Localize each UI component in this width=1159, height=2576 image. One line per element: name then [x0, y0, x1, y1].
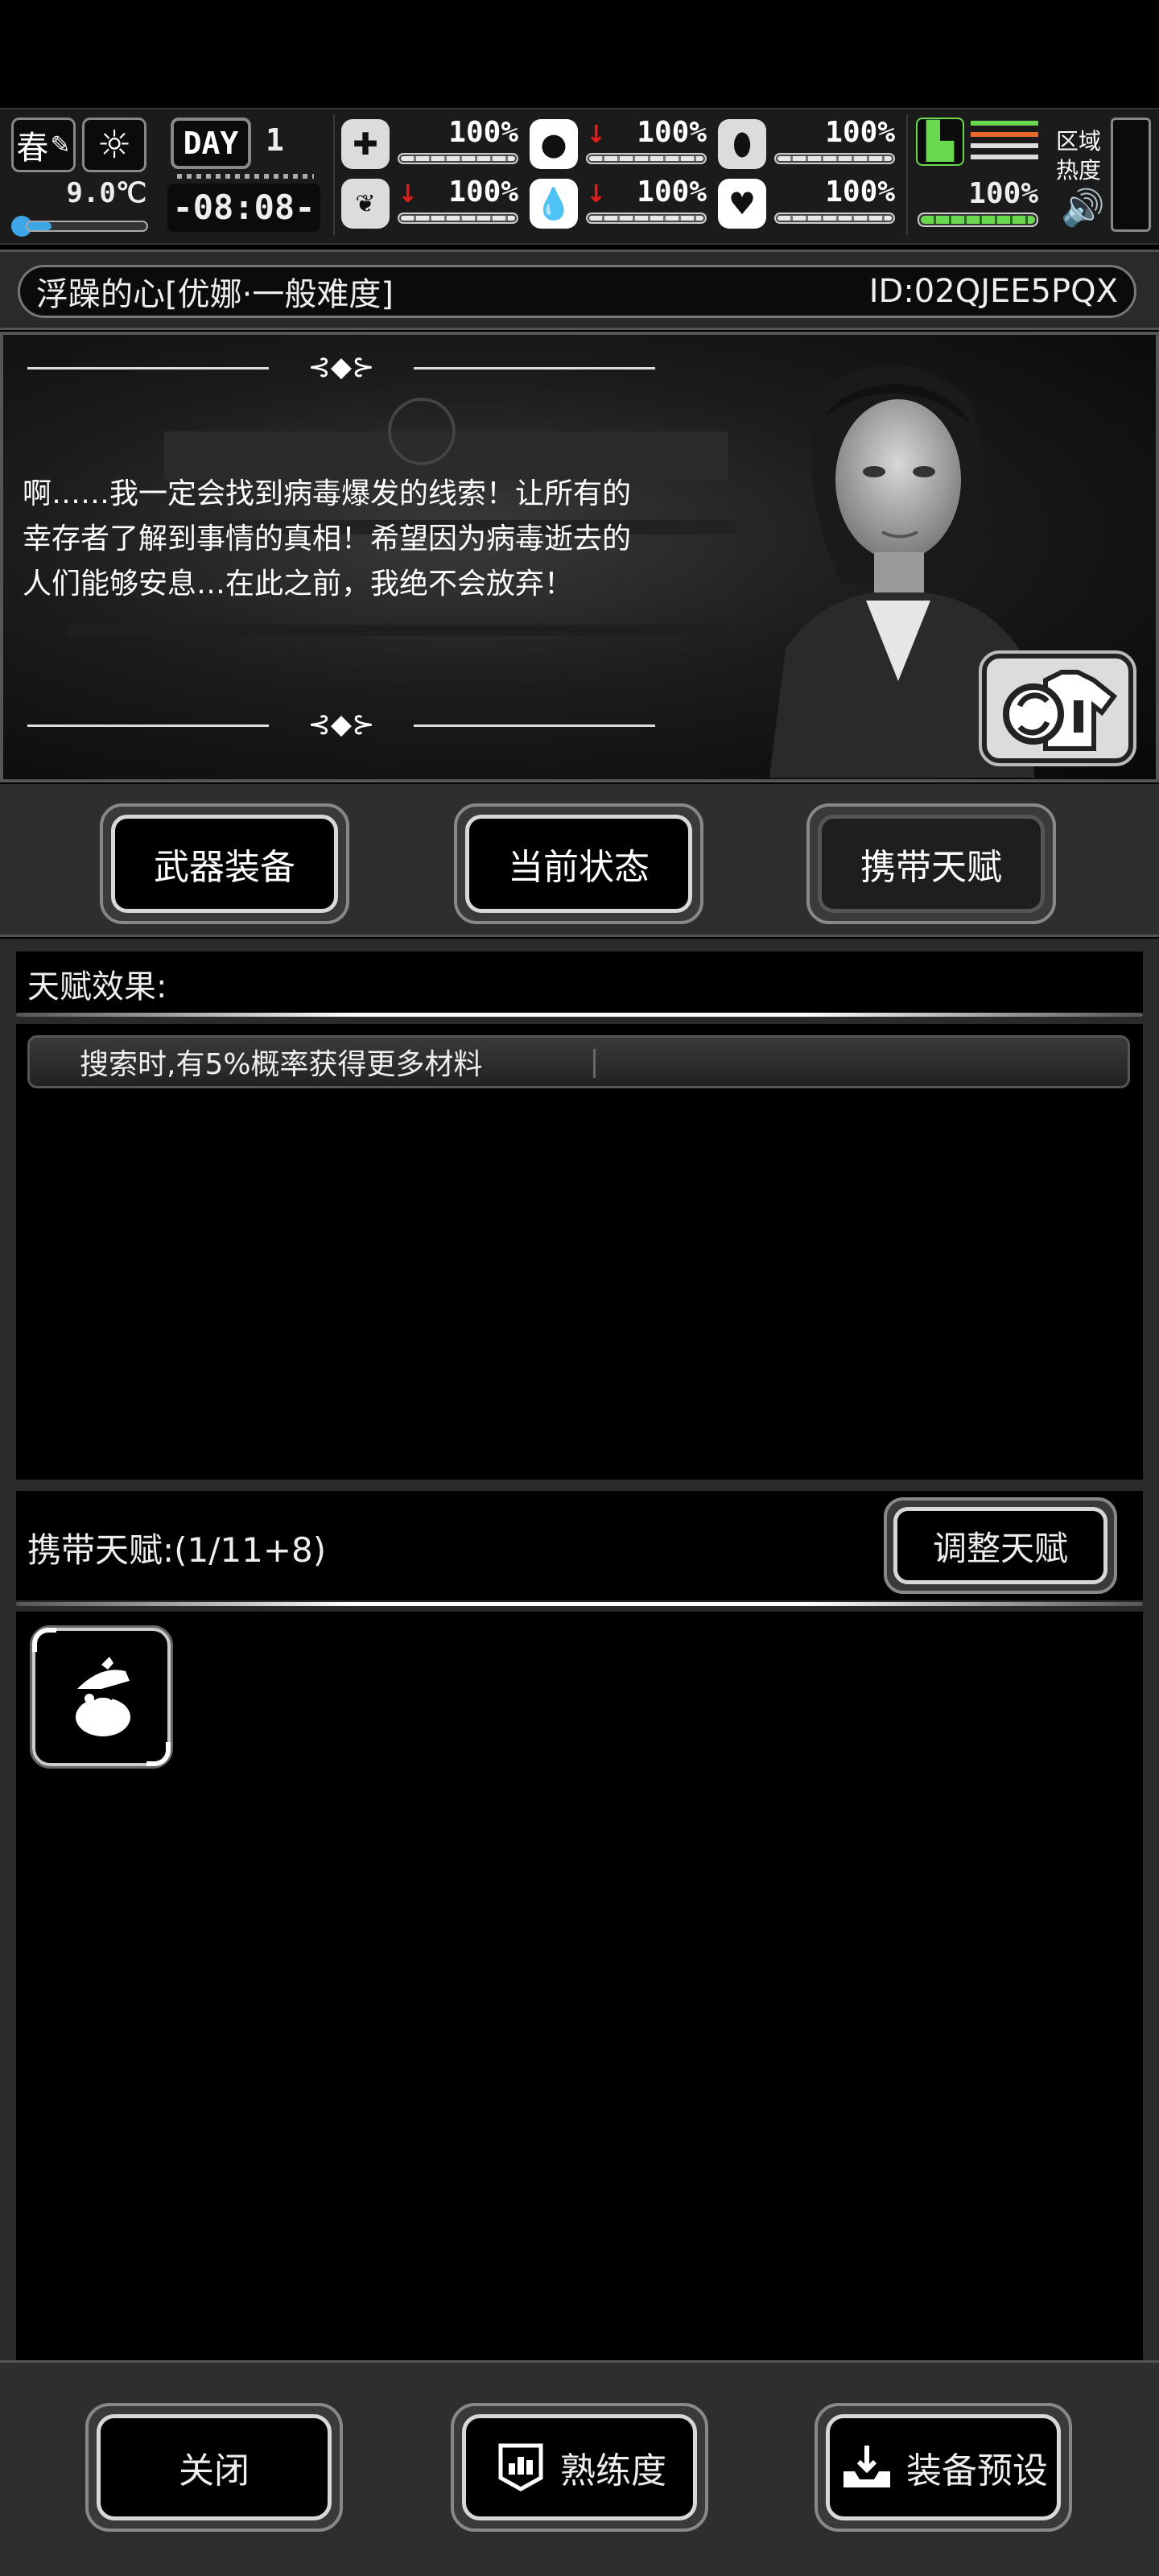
carried-talents-header: 携带天赋:(1/11+8) 调整天赋	[16, 1491, 1143, 1600]
equipment-preset-button[interactable]: 装备预设	[815, 2403, 1072, 2532]
proficiency-button-label: 熟练度	[560, 2450, 666, 2491]
status-lines	[971, 121, 1038, 166]
tab-status-label: 当前状态	[465, 815, 692, 913]
divider	[16, 1013, 1143, 1017]
tab-bar: 武器装备 当前状态 携带天赋	[0, 784, 1159, 937]
bottom-ornament: ⊰◆⊱	[27, 708, 655, 741]
season-label: 春	[16, 130, 49, 167]
day-badge: DAY	[171, 118, 251, 169]
day-progress	[177, 174, 314, 179]
close-button[interactable]: 关闭	[85, 2403, 343, 2532]
save-id: ID:02QJEE5PQX	[868, 273, 1118, 310]
adjust-talents-label: 调整天赋	[893, 1507, 1107, 1584]
tab-talents[interactable]: 携带天赋	[806, 803, 1056, 924]
temperature-readout: 9.0℃	[66, 177, 146, 209]
stamina-value: 100%	[968, 177, 1038, 210]
status-hud: 春 ✎ ☼ 9.0℃ DAY 1 -08:08- ✚ 100% ● ↓ 100%…	[0, 108, 1159, 245]
talent-effect-list: 搜索时,有5%概率获得更多材料	[16, 1024, 1143, 1480]
close-button-label: 关闭	[179, 2450, 250, 2491]
mood-value: 100%	[825, 175, 895, 208]
talent-effect-title: 天赋效果:	[27, 968, 167, 1005]
season-badge: 春 ✎	[11, 118, 76, 172]
adjust-talents-button[interactable]: 调整天赋	[884, 1497, 1117, 1594]
character-story-panel: ⊰◆⊱ 啊……我一定会找到病毒爆发的线索！让所有的幸存者了解到事情的真相！希望因…	[0, 332, 1159, 782]
water-drop-icon: 💧	[530, 179, 578, 229]
talent-effect-header: 天赋效果:	[16, 952, 1143, 1016]
stamina-bar	[918, 213, 1038, 227]
sanity-value: 100%	[448, 175, 518, 208]
talent-effect-item: 搜索时,有5%概率获得更多材料	[27, 1035, 1130, 1088]
top-ornament: ⊰◆⊱	[27, 351, 655, 383]
sun-icon: ☼	[82, 118, 146, 172]
proficiency-button[interactable]: 熟练度	[451, 2403, 708, 2532]
talent-effect-text: 搜索时,有5%概率获得更多材料	[80, 1048, 483, 1081]
talent-section: 天赋效果: 搜索时,有5%概率获得更多材料 携带天赋:(1/11+8) 调整天赋	[0, 939, 1159, 2478]
clock-time: -08:08-	[167, 184, 320, 232]
zone-heat-label: 区域热度	[1056, 128, 1102, 184]
health-value: 100%	[448, 116, 518, 149]
feather-icon: ✎	[50, 130, 71, 159]
tab-weapons[interactable]: 武器装备	[100, 803, 349, 924]
tab-weapons-label: 武器装备	[111, 815, 338, 913]
heart-icon: ♥	[718, 179, 766, 229]
shirt-swap-icon	[1003, 670, 1118, 751]
equipment-preset-label: 装备预设	[906, 2450, 1048, 2491]
talent-slot[interactable]	[30, 1625, 173, 1769]
bottom-action-bar: 关闭 熟练度 装备预设	[0, 2360, 1159, 2576]
hunger-value: 100%	[637, 116, 707, 149]
proficiency-badge-icon	[498, 2443, 543, 2491]
day-label: DAY	[183, 126, 239, 161]
scavenge-hand-bag-icon	[76, 1657, 130, 1736]
change-outfit-button[interactable]	[979, 650, 1136, 766]
carried-talents-grid	[16, 1612, 1143, 2478]
story-text: 啊……我一定会找到病毒爆发的线索！让所有的幸存者了解到事情的真相！希望因为病毒逝…	[23, 477, 632, 601]
tab-talents-label: 携带天赋	[818, 815, 1045, 913]
brain-icon: ❦	[341, 179, 390, 229]
boot-icon: ▙	[916, 118, 964, 166]
character-title: 浮躁的心[优娜·一般难度]	[36, 276, 394, 313]
first-aid-icon: ✚	[341, 119, 390, 169]
pill-icon: ⬮	[718, 119, 766, 169]
zone-heat-meter	[1111, 118, 1151, 232]
character-title-bar: 浮躁的心[优娜·一般难度] ID:02QJEE5PQX	[0, 250, 1159, 330]
divider	[16, 1602, 1143, 1606]
carried-talents-count: 携带天赋:(1/11+8)	[27, 1530, 327, 1570]
tab-status[interactable]: 当前状态	[454, 803, 703, 924]
thirst-value: 100%	[637, 175, 707, 208]
day-number: 1	[266, 122, 284, 158]
stomach-icon: ●	[530, 119, 578, 169]
preset-tray-icon	[843, 2446, 890, 2487]
speaker-icon[interactable]: 🔊	[1061, 187, 1105, 229]
medicine-value: 100%	[825, 116, 895, 149]
